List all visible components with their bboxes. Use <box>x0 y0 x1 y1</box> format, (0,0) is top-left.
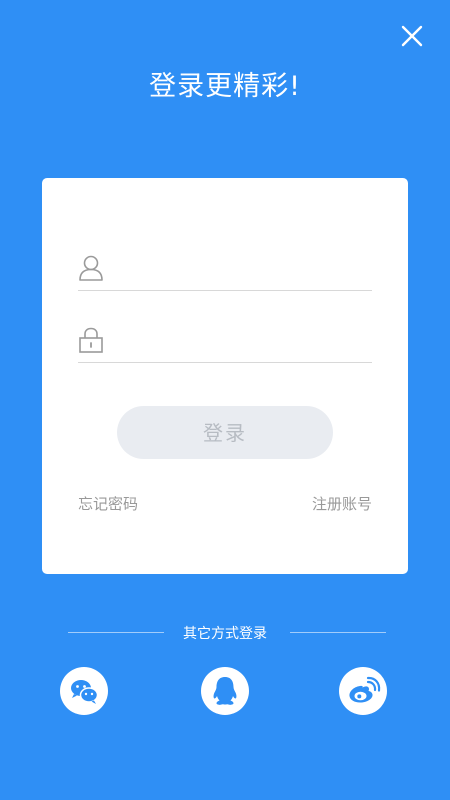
other-login-divider: 其它方式登录 <box>0 622 450 642</box>
close-button[interactable] <box>398 22 426 50</box>
username-field[interactable] <box>78 250 372 291</box>
divider-line-right <box>290 632 386 633</box>
register-link[interactable]: 注册账号 <box>312 493 372 514</box>
user-icon <box>78 254 104 282</box>
password-input[interactable] <box>118 326 372 358</box>
weibo-icon <box>349 676 381 703</box>
wechat-icon <box>71 680 99 704</box>
qq-icon <box>213 677 237 705</box>
other-login-label: 其它方式登录 <box>183 626 267 642</box>
lock-icon <box>78 326 104 354</box>
login-button[interactable]: 登录 <box>117 406 333 459</box>
login-card: 登录 忘记密码 注册账号 <box>42 178 408 574</box>
weibo-login-button[interactable] <box>339 667 387 715</box>
username-input[interactable] <box>118 254 372 286</box>
qq-login-button[interactable] <box>201 667 249 715</box>
page-title: 登录更精彩! <box>149 71 301 102</box>
forgot-password-link[interactable]: 忘记密码 <box>78 493 138 514</box>
wechat-login-button[interactable] <box>60 667 108 715</box>
close-icon <box>401 25 423 47</box>
password-field[interactable] <box>78 322 372 363</box>
